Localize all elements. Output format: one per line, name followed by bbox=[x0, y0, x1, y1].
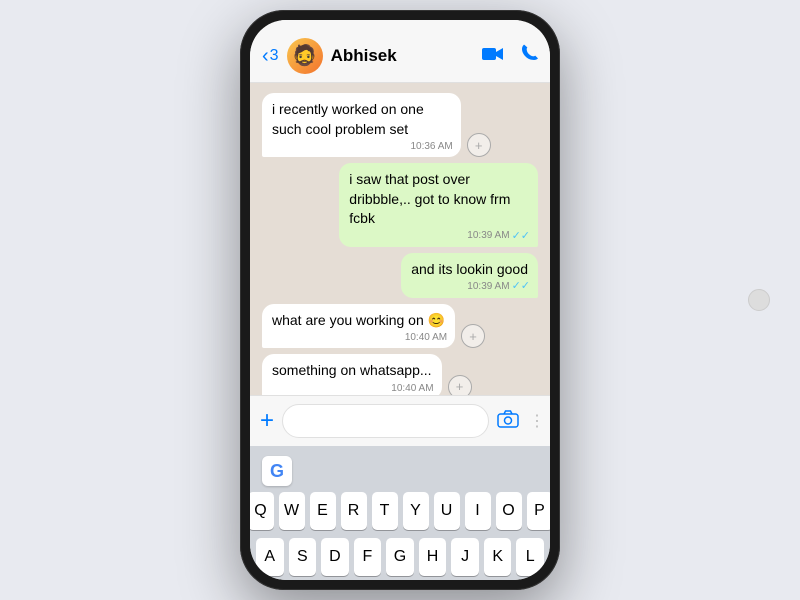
key-rows: Q W E R T Y U I O P A S D F G H bbox=[254, 492, 546, 576]
phone-frame: ‹ 3 🧔 Abhisek bbox=[240, 10, 560, 590]
read-ticks: ✓✓ bbox=[512, 279, 530, 294]
message-text: something on whatsapp... bbox=[272, 362, 432, 378]
message-time: 10:36 AM bbox=[410, 140, 452, 154]
attach-button[interactable]: + bbox=[260, 409, 274, 433]
key-h[interactable]: H bbox=[419, 538, 447, 576]
message-text: what are you working on 😊 bbox=[272, 312, 445, 328]
message-bubble: i recently worked on one such cool probl… bbox=[262, 93, 461, 157]
chat-area: i recently worked on one such cool probl… bbox=[250, 83, 550, 395]
camera-icon[interactable] bbox=[497, 410, 519, 433]
react-button[interactable]: + bbox=[448, 375, 472, 395]
message-text: and its lookin good bbox=[411, 261, 528, 277]
message-row: what are you working on 😊 10:40 AM + bbox=[262, 304, 538, 349]
read-ticks: ✓✓ bbox=[512, 229, 530, 244]
key-o[interactable]: O bbox=[496, 492, 522, 530]
message-time: 10:40 AM bbox=[391, 382, 433, 395]
avatar-emoji: 🧔 bbox=[292, 46, 317, 66]
input-row: + ⋮ bbox=[260, 404, 540, 438]
key-j[interactable]: J bbox=[451, 538, 479, 576]
phone-screen: ‹ 3 🧔 Abhisek bbox=[250, 20, 550, 580]
key-s[interactable]: S bbox=[289, 538, 317, 576]
message-row: something on whatsapp... 10:40 AM + bbox=[262, 354, 538, 395]
message-text: i recently worked on one such cool probl… bbox=[272, 101, 424, 137]
phone-call-icon[interactable] bbox=[520, 44, 538, 68]
message-time: 10:39 AM ✓✓ bbox=[467, 279, 530, 294]
message-row: i recently worked on one such cool probl… bbox=[262, 93, 538, 157]
video-call-icon[interactable] bbox=[482, 45, 504, 68]
key-k[interactable]: K bbox=[484, 538, 512, 576]
back-button[interactable]: ‹ 3 bbox=[262, 46, 285, 66]
message-bubble: and its lookin good 10:39 AM ✓✓ bbox=[401, 253, 538, 298]
react-button[interactable]: + bbox=[461, 324, 485, 348]
key-u[interactable]: U bbox=[434, 492, 460, 530]
message-row: and its lookin good 10:39 AM ✓✓ bbox=[262, 253, 538, 298]
message-bubble: what are you working on 😊 10:40 AM bbox=[262, 304, 455, 349]
input-area: + ⋮ bbox=[250, 395, 550, 446]
keyboard: G Q W E R T Y U I O P A S D bbox=[250, 446, 550, 580]
key-t[interactable]: T bbox=[372, 492, 398, 530]
divider: ⋮ bbox=[529, 411, 545, 431]
key-a[interactable]: A bbox=[256, 538, 284, 576]
chat-header: ‹ 3 🧔 Abhisek bbox=[250, 20, 550, 83]
react-button[interactable]: + bbox=[467, 133, 491, 157]
google-search-button[interactable]: G bbox=[262, 456, 292, 486]
keyboard-toolbar: G bbox=[254, 452, 546, 492]
key-p[interactable]: P bbox=[527, 492, 551, 530]
key-d[interactable]: D bbox=[321, 538, 349, 576]
message-bubble: something on whatsapp... 10:40 AM bbox=[262, 354, 442, 395]
key-i[interactable]: I bbox=[465, 492, 491, 530]
header-actions bbox=[482, 44, 538, 68]
input-icon-group: ⋮ bbox=[497, 408, 550, 435]
message-input[interactable] bbox=[282, 404, 489, 438]
back-chevron-icon: ‹ bbox=[262, 46, 269, 66]
message-time: 10:40 AM bbox=[405, 331, 447, 345]
key-y[interactable]: Y bbox=[403, 492, 429, 530]
key-l[interactable]: L bbox=[516, 538, 544, 576]
key-f[interactable]: F bbox=[354, 538, 382, 576]
key-e[interactable]: E bbox=[310, 492, 336, 530]
contact-name[interactable]: Abhisek bbox=[331, 46, 482, 66]
key-w[interactable]: W bbox=[279, 492, 305, 530]
key-q[interactable]: Q bbox=[250, 492, 274, 530]
message-text: i saw that post over dribbble,.. got to … bbox=[349, 171, 510, 226]
message-bubble: i saw that post over dribbble,.. got to … bbox=[339, 163, 538, 247]
scroll-indicator bbox=[748, 289, 770, 311]
avatar: 🧔 bbox=[287, 38, 323, 74]
key-row-1: Q W E R T Y U I O P bbox=[256, 492, 544, 530]
back-count[interactable]: 3 bbox=[270, 47, 279, 65]
key-r[interactable]: R bbox=[341, 492, 367, 530]
message-row: i saw that post over dribbble,.. got to … bbox=[262, 163, 538, 247]
key-g[interactable]: G bbox=[386, 538, 414, 576]
message-time: 10:39 AM ✓✓ bbox=[467, 229, 530, 244]
key-row-2: A S D F G H J K L bbox=[256, 538, 544, 576]
